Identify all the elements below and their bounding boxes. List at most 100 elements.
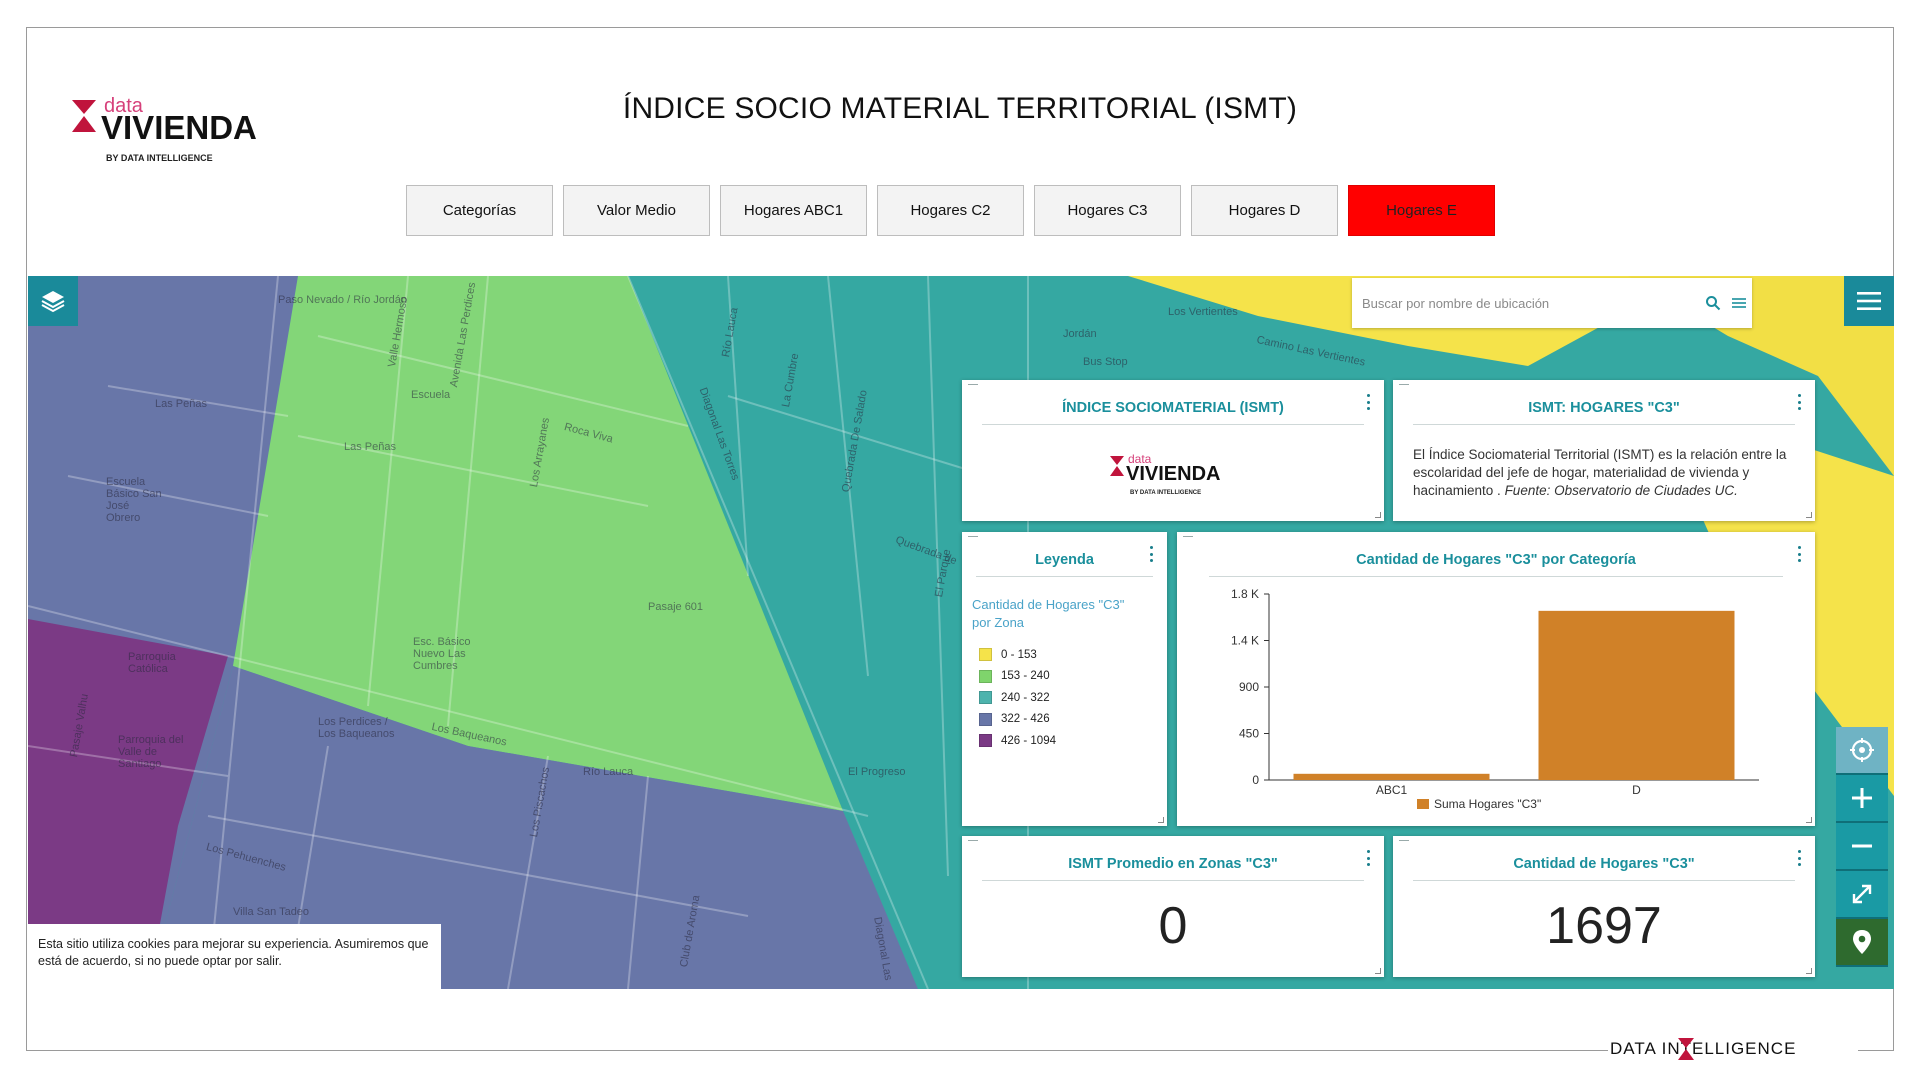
legend-swatch [979,712,992,726]
plus-icon [1852,788,1872,808]
map-label: Escuela [411,389,451,401]
widget-title: ISMT Promedio en Zonas "C3" [982,856,1364,881]
kebab-menu-icon[interactable] [1364,850,1372,866]
map-label: Parroquia del Valle de Santiago [118,734,184,770]
resize-handle[interactable] [1375,512,1381,518]
kebab-menu-icon[interactable] [1147,546,1155,562]
resize-handle[interactable] [1375,968,1381,974]
legend-label: Suma Hogares "C3" [1434,797,1541,811]
svg-text:BY DATA INTELLIGENCE: BY DATA INTELLIGENCE [1130,490,1201,496]
y-tick-label: 450 [1239,727,1259,741]
kpi-value: 1697 [1546,897,1662,955]
map-label: Jordán [1063,328,1097,340]
resize-handle[interactable] [1158,817,1164,823]
crosshair-icon [1850,738,1874,762]
map-label: Las Peñas [344,441,396,453]
locate-button[interactable] [1836,727,1888,775]
hamburger-icon [1857,292,1881,310]
widget-description: El Índice Sociomaterial Territorial (ISM… [1413,447,1787,498]
widget-title: ISMT: HOGARES "C3" [1413,400,1795,425]
datavivienda-logo: data VIVIENDA BY DATA INTELLIGENCE [70,92,300,172]
svg-text:VIVIENDA: VIVIENDA [1126,463,1220,485]
menu-button[interactable] [1844,276,1894,326]
legend-item: 322 - 426 [979,709,1056,731]
page-title: ÍNDICE SOCIO MATERIAL TERRITORIAL (ISMT) [622,92,1298,125]
cookie-notice: Esta sitio utiliza cookies para mejorar … [28,924,441,989]
widget-title: Cantidad de Hogares "C3" por Categoría [1209,552,1783,577]
bar-chart: 0 450 900 1.4 K 1.8 K ABC1 D Suma Hogares "C3" [1231,587,1759,811]
legend-list: 0 - 153 153 - 240 240 - 322 322 - 426 42… [979,644,1056,752]
list-icon[interactable] [1726,290,1752,316]
tab-valor-medio[interactable]: Valor Medio [563,185,710,236]
map-label: Bus Stop [1083,356,1128,368]
fullscreen-button[interactable] [1836,871,1888,919]
kebab-menu-icon[interactable] [1795,546,1803,562]
legend-subtitle: Cantidad de Hogares "C3" por Zona [972,597,1125,630]
marker-button[interactable] [1836,919,1888,967]
map-label: Los Perdices / Los Baqueanos [318,716,395,740]
svg-text:BY DATA INTELLIGENCE: BY DATA INTELLIGENCE [106,153,213,163]
map-label: Parroquia Católica [128,651,176,675]
map-label: Los Vertientes [1168,306,1238,318]
legend-item: 153 - 240 [979,666,1056,688]
widget-title: Leyenda [976,552,1153,577]
legend-swatch [1417,799,1429,809]
zoom-in-button[interactable] [1836,775,1888,823]
widget-ismt-logo: ÍNDICE SOCIOMATERIAL (ISMT) data VIVIEND… [962,380,1384,521]
search-icon[interactable] [1700,290,1726,316]
widget-drag-handle[interactable] [968,384,978,385]
tab-hogares-c3[interactable]: Hogares C3 [1034,185,1181,236]
map-label: Pasaje 601 [648,601,704,613]
bar [1538,610,1735,780]
map-label: Las Peñas [155,398,207,410]
category-tabs: Categorías Valor Medio Hogares ABC1 Hoga… [406,185,1495,236]
widget-drag-handle[interactable] [1399,840,1409,841]
tab-hogares-e[interactable]: Hogares E [1348,185,1495,236]
legend-item: 426 - 1094 [979,730,1056,752]
x-tick-label: D [1632,783,1641,797]
widget-title: ÍNDICE SOCIOMATERIAL (ISMT) [982,400,1364,425]
widget-drag-handle[interactable] [1399,384,1409,385]
legend-swatch [979,648,992,662]
search-input[interactable] [1362,295,1700,311]
widget-drag-handle[interactable] [968,840,978,841]
widget-household-count: Cantidad de Hogares "C3" 1697 [1393,836,1815,977]
widget-ismt-description: ISMT: HOGARES "C3" El Índice Sociomateri… [1393,380,1815,521]
widget-drag-handle[interactable] [1183,536,1193,537]
svg-text:DATA INTELLIGENCE: DATA INTELLIGENCE [1610,1039,1796,1058]
kebab-menu-icon[interactable] [1364,394,1372,410]
map-label: Esc. Básico Nuevo Las Cumbres [413,636,471,672]
kebab-menu-icon[interactable] [1795,850,1803,866]
datavivienda-logo: data VIVIENDA BY DATA INTELLIGENCE [1108,452,1248,502]
widget-title: Cantidad de Hogares "C3" [1413,856,1795,881]
layers-icon [41,291,65,313]
svg-text:VIVIENDA: VIVIENDA [101,109,257,146]
tab-categorias[interactable]: Categorías [406,185,553,236]
map-label: Río Lauca [583,766,634,778]
zoom-out-button[interactable] [1836,823,1888,871]
tab-hogares-abc1[interactable]: Hogares ABC1 [720,185,867,236]
kebab-menu-icon[interactable] [1795,394,1803,410]
resize-handle[interactable] [1806,817,1812,823]
map-label: El Progreso [848,766,906,778]
minus-icon [1852,844,1872,848]
x-tick-label: ABC1 [1376,783,1408,797]
legend-swatch [979,734,992,748]
map-label: Villa San Tadeo [233,906,310,918]
legend-item: 0 - 153 [979,644,1056,666]
kpi-value: 0 [1158,897,1188,955]
y-tick-label: 900 [1239,680,1259,694]
layers-button[interactable] [28,276,78,326]
legend-swatch [979,669,992,683]
expand-icon [1852,884,1872,904]
resize-handle[interactable] [1806,968,1812,974]
y-tick-label: 1.8 K [1231,587,1259,601]
tab-hogares-c2[interactable]: Hogares C2 [877,185,1024,236]
map-pin-icon [1853,930,1871,954]
widget-ismt-average: ISMT Promedio en Zonas "C3" 0 [962,836,1384,977]
tab-hogares-d[interactable]: Hogares D [1191,185,1338,236]
y-tick-label: 1.4 K [1231,634,1259,648]
map-label: Escuela Básico San José Obrero [106,476,162,524]
widget-drag-handle[interactable] [968,536,978,537]
resize-handle[interactable] [1806,512,1812,518]
